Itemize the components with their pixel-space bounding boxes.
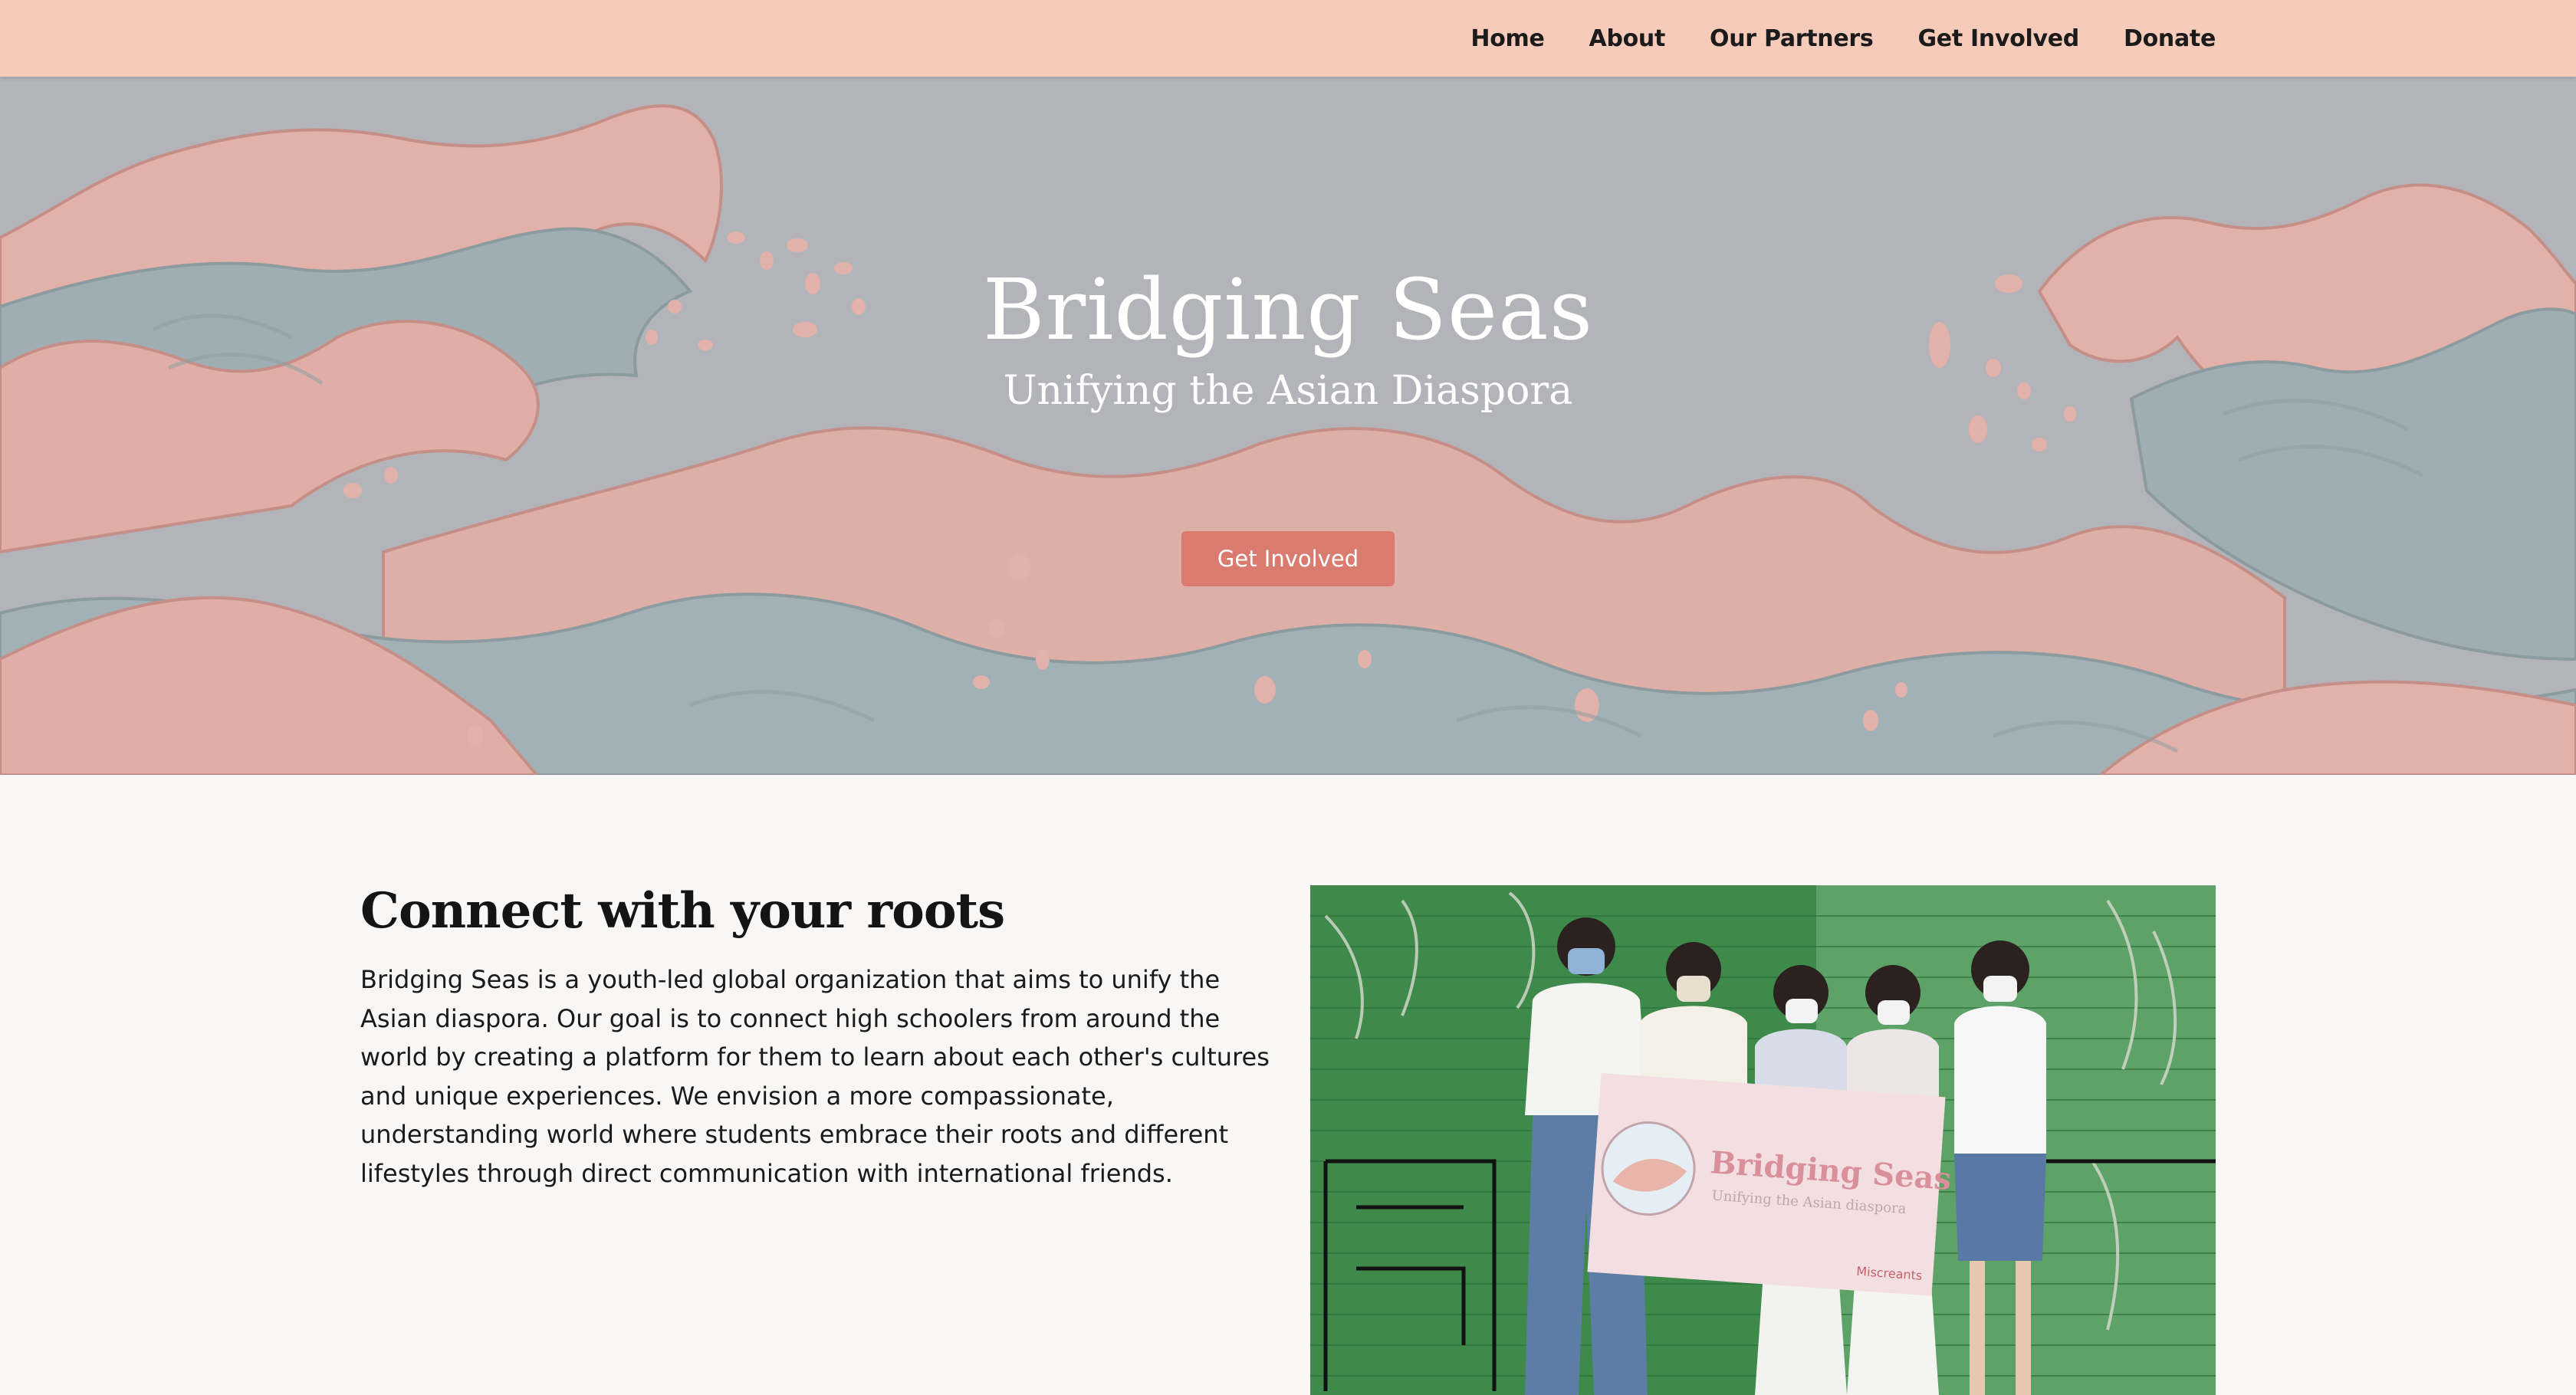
nav-links: Home About Our Partners Get Involved Don…: [1470, 0, 2216, 77]
hero-tint-overlay: [0, 77, 2576, 775]
hero-subtitle: Unifying the Asian Diaspora: [1003, 368, 1573, 414]
nav-donate-link[interactable]: Donate: [2124, 25, 2216, 52]
about-section: Connect with your roots Bridging Seas is…: [0, 775, 2576, 1395]
get-involved-button[interactable]: Get Involved: [1181, 531, 1395, 586]
team-photo: Bridging Seas Unifying the Asian diaspor…: [1310, 885, 2216, 1395]
about-heading: Connect with your roots: [360, 882, 1005, 940]
team-photo-illustration: Bridging Seas Unifying the Asian diaspor…: [1310, 885, 2216, 1395]
hero-section: Bridging Seas Unifying the Asian Diaspor…: [0, 77, 2576, 775]
nav-about-link[interactable]: About: [1589, 25, 1666, 52]
nav-home-link[interactable]: Home: [1470, 25, 1544, 52]
nav-our-partners-link[interactable]: Our Partners: [1710, 25, 1874, 52]
about-description: Bridging Seas is a youth-led global orga…: [360, 965, 1270, 1188]
nav-get-involved-link[interactable]: Get Involved: [1917, 25, 2079, 52]
top-navbar: Home About Our Partners Get Involved Don…: [0, 0, 2576, 77]
hero-title: Bridging Seas: [982, 261, 1594, 359]
